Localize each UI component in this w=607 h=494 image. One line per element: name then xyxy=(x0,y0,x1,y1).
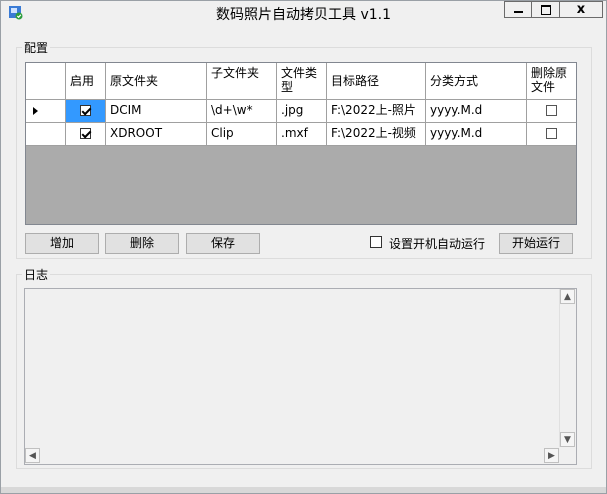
category-cell[interactable]: yyyy.M.d xyxy=(426,123,527,146)
scroll-up-icon[interactable]: ▲ xyxy=(560,289,575,304)
scroll-left-icon[interactable]: ◀ xyxy=(25,448,40,463)
scrollbar-corner xyxy=(559,447,576,464)
target-cell[interactable]: F:\2022上-视频 xyxy=(327,123,426,146)
column-header-source[interactable]: 原文件夹 xyxy=(106,63,207,100)
start-button[interactable]: 开始运行 xyxy=(499,233,573,254)
maximize-icon xyxy=(540,4,551,15)
rules-grid[interactable]: 启用 原文件夹 子文件夹 文件类型 目标路径 分类方式 删除原文件 DCIM \… xyxy=(25,62,577,225)
column-header-subfolder[interactable]: 子文件夹 xyxy=(207,63,277,100)
scroll-down-icon[interactable]: ▼ xyxy=(560,432,575,447)
title-bar: 数码照片自动拷贝工具 v1.1 x xyxy=(1,1,606,27)
source-cell[interactable]: XDROOT xyxy=(106,123,207,146)
column-header-delete[interactable]: 删除原文件 xyxy=(527,63,576,100)
enabled-cell[interactable] xyxy=(66,100,106,123)
scroll-right-icon[interactable]: ▶ xyxy=(544,448,559,463)
column-header-target[interactable]: 目标路径 xyxy=(327,63,426,100)
category-cell[interactable]: yyyy.M.d xyxy=(426,100,527,123)
maximize-button[interactable] xyxy=(532,1,560,18)
save-button[interactable]: 保存 xyxy=(186,233,260,254)
log-horizontal-scrollbar[interactable]: ◀ ▶ xyxy=(25,447,559,464)
delete-cell[interactable] xyxy=(527,123,576,146)
config-group-label: 配置 xyxy=(22,39,51,56)
subfolder-cell[interactable]: Clip xyxy=(207,123,277,146)
row-header[interactable] xyxy=(26,123,66,146)
close-button[interactable]: x xyxy=(560,1,603,18)
column-header-enabled[interactable]: 启用 xyxy=(66,63,106,100)
filetype-cell[interactable]: .jpg xyxy=(277,100,327,123)
autostart-label[interactable]: 设置开机自动运行 xyxy=(389,235,485,252)
enabled-cell[interactable] xyxy=(66,123,106,146)
log-vertical-scrollbar[interactable]: ▲ ▼ xyxy=(559,289,576,447)
add-button[interactable]: 增加 xyxy=(25,233,99,254)
table-row[interactable]: DCIM \d+\w* .jpg F:\2022上-照片 yyyy.M.d xyxy=(26,100,576,123)
log-group-label: 日志 xyxy=(22,266,51,283)
column-header-category[interactable]: 分类方式 xyxy=(426,63,527,100)
target-cell[interactable]: F:\2022上-照片 xyxy=(327,100,426,123)
enabled-checkbox[interactable] xyxy=(80,105,91,116)
delete-cell[interactable] xyxy=(527,100,576,123)
autostart-checkbox[interactable] xyxy=(370,236,382,248)
filetype-cell[interactable]: .mxf xyxy=(277,123,327,146)
subfolder-cell[interactable]: \d+\w* xyxy=(207,100,277,123)
table-row[interactable]: XDROOT Clip .mxf F:\2022上-视频 yyyy.M.d xyxy=(26,123,576,146)
delete-button[interactable]: 删除 xyxy=(105,233,179,254)
log-textarea[interactable]: ▲ ▼ ◀ ▶ xyxy=(24,288,577,465)
delete-checkbox[interactable] xyxy=(546,128,557,139)
window-bottom-edge xyxy=(1,487,606,493)
current-row-arrow-icon xyxy=(33,107,38,115)
minimize-button[interactable] xyxy=(504,1,532,18)
source-cell[interactable]: DCIM xyxy=(106,100,207,123)
row-header[interactable] xyxy=(26,100,66,123)
minimize-icon xyxy=(513,11,523,13)
app-window: 数码照片自动拷贝工具 v1.1 x 配置 启用 原文件夹 子文件夹 文件类型 目… xyxy=(0,0,607,494)
column-header-filetype[interactable]: 文件类型 xyxy=(277,63,327,100)
enabled-checkbox[interactable] xyxy=(80,128,91,139)
delete-checkbox[interactable] xyxy=(546,105,557,116)
grid-corner xyxy=(26,63,66,100)
grid-header: 启用 原文件夹 子文件夹 文件类型 目标路径 分类方式 删除原文件 xyxy=(26,63,576,100)
